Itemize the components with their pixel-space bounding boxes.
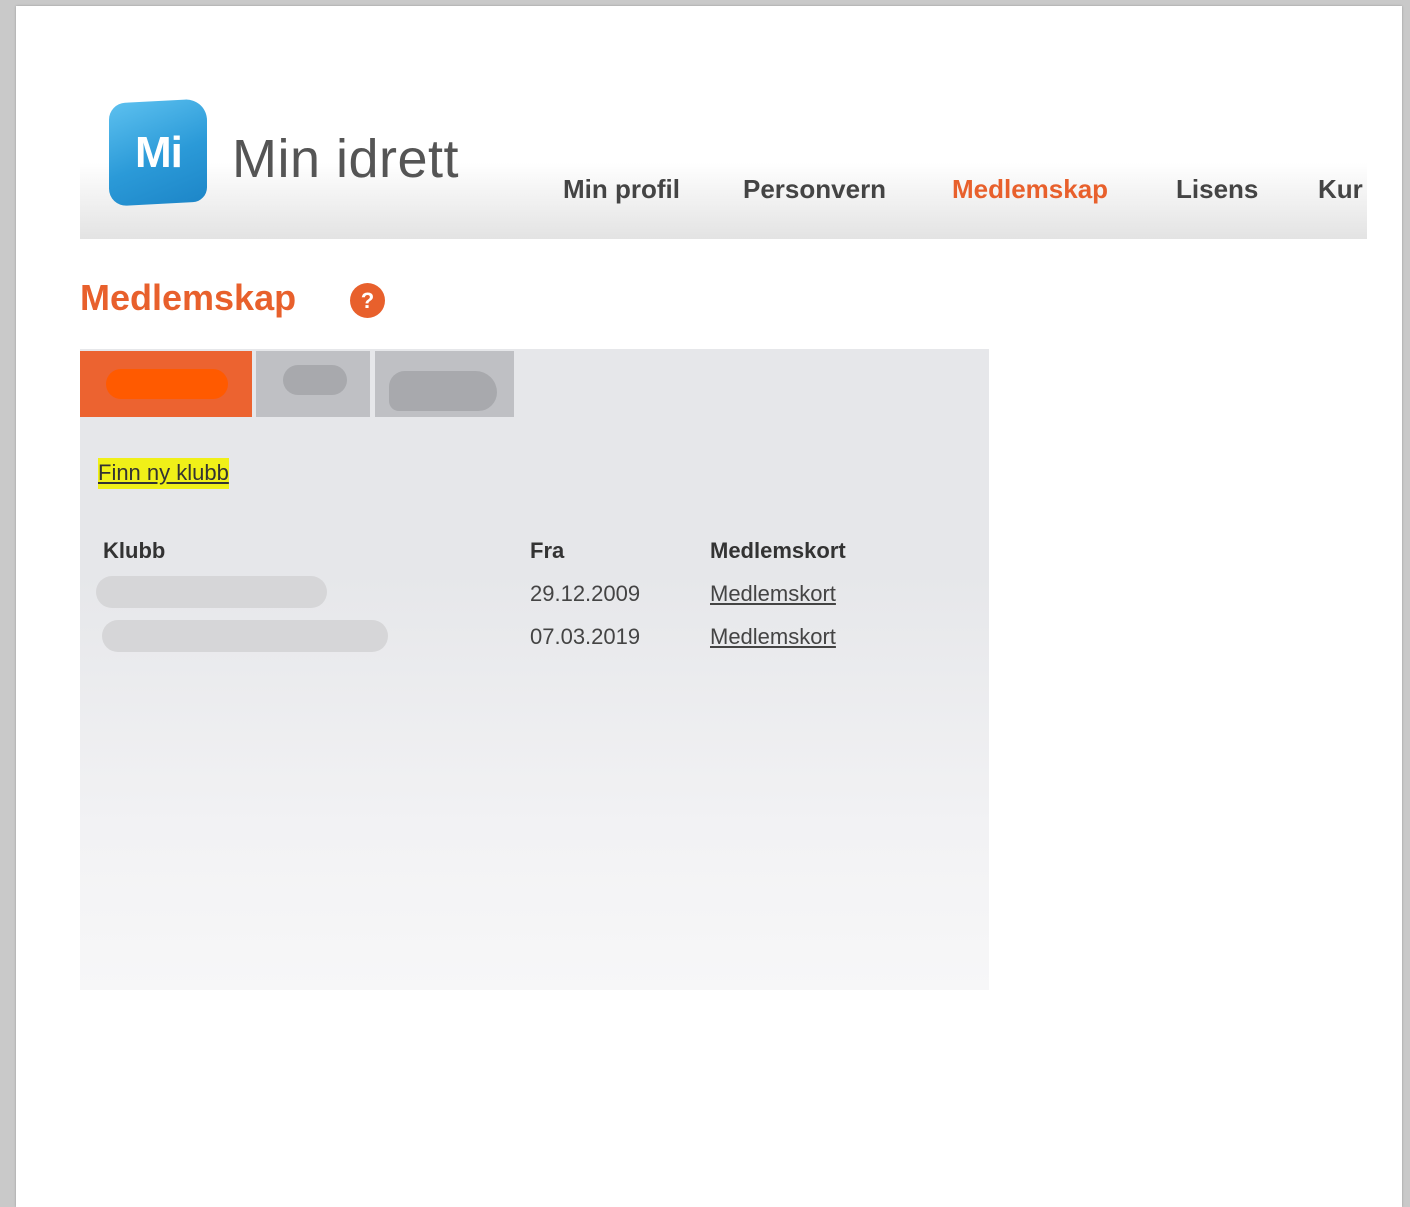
logo-badge-text: Mi xyxy=(134,127,182,177)
club-name-redacted xyxy=(102,620,388,652)
find-new-club-link[interactable]: Finn ny klubb xyxy=(98,458,229,489)
redaction-mark xyxy=(283,365,347,395)
redaction-mark xyxy=(106,369,228,399)
membership-card-link[interactable]: Medlemskort xyxy=(710,581,836,607)
page-title: Medlemskap xyxy=(80,277,297,318)
nav-item-kur[interactable]: Kur xyxy=(1318,174,1363,205)
column-header-klubb: Klubb xyxy=(103,538,166,563)
nav-item-min-profil[interactable]: Min profil xyxy=(563,174,680,205)
membership-from-date: 07.03.2019 xyxy=(530,624,641,649)
main-nav: Min profil Personvern Medlemskap Lisens … xyxy=(80,174,1367,214)
redaction-mark xyxy=(389,371,497,411)
nav-item-lisens[interactable]: Lisens xyxy=(1176,174,1258,205)
club-name-redacted xyxy=(96,576,327,608)
membership-panel xyxy=(80,349,989,990)
nav-item-medlemskap[interactable]: Medlemskap xyxy=(952,174,1108,205)
tab-second[interactable] xyxy=(256,351,370,417)
nav-item-personvern[interactable]: Personvern xyxy=(743,174,886,205)
membership-from-date: 29.12.2009 xyxy=(530,581,641,606)
column-header-medlemskort: Medlemskort xyxy=(710,538,846,563)
tab-active[interactable] xyxy=(80,351,252,417)
membership-card-link[interactable]: Medlemskort xyxy=(710,624,836,650)
column-header-fra: Fra xyxy=(530,538,565,563)
help-icon[interactable]: ? xyxy=(350,283,385,318)
tab-third[interactable] xyxy=(375,351,514,417)
